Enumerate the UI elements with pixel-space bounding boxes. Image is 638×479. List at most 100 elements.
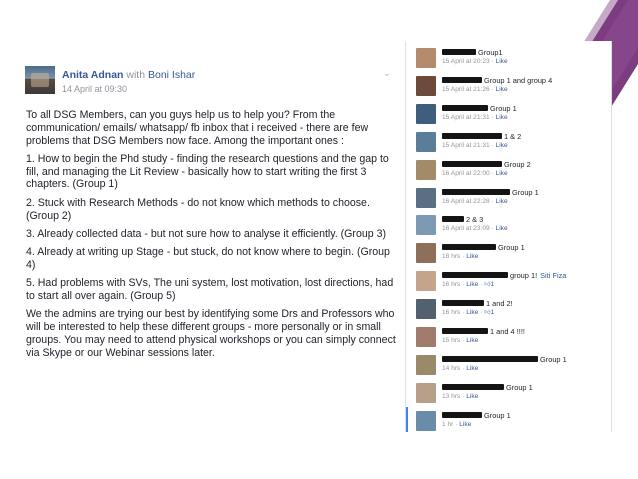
comment-text-line: 1 & 2	[442, 132, 521, 141]
redacted-commenter-name	[442, 189, 510, 195]
like-link[interactable]: Like	[459, 421, 471, 428]
comment-item: Group 1 14 hrs · Like	[406, 353, 611, 381]
comment-time[interactable]: 16 hrs	[442, 309, 460, 316]
comment-text: 1 and 4 !!!!	[490, 327, 525, 336]
commenter-avatar[interactable]	[416, 76, 436, 96]
comment-meta: 16 April at 22:00 · Like	[442, 170, 508, 178]
post-header: Anita Adnan with Boni Ishar 14 April at …	[17, 62, 401, 98]
author-avatar[interactable]	[25, 66, 55, 94]
redacted-commenter-name	[442, 161, 502, 167]
redacted-commenter-name	[442, 133, 502, 139]
comment-time[interactable]: 15 April at 21:31	[442, 114, 490, 121]
commenter-avatar[interactable]	[416, 48, 436, 68]
comment-time[interactable]: 15 April at 21:26	[442, 86, 490, 93]
commenter-avatar[interactable]	[416, 104, 436, 124]
tagged-user-link[interactable]: Boni Ishar	[148, 69, 195, 81]
comment-list: Group1 15 April at 20:23 · Like Group 1 an…	[405, 41, 612, 432]
commenter-avatar[interactable]	[416, 327, 436, 347]
commenter-avatar[interactable]	[416, 160, 436, 180]
comment-time[interactable]: 15 April at 21:31	[442, 142, 490, 149]
commenter-avatar[interactable]	[416, 243, 436, 263]
commenter-avatar[interactable]	[416, 188, 436, 208]
commenter-avatar[interactable]	[416, 271, 436, 291]
comment-time[interactable]: 1 hr	[442, 421, 453, 428]
comment-meta: 15 hrs · Like	[442, 337, 478, 345]
redacted-commenter-name	[442, 105, 488, 111]
comment-meta: 15 April at 21:31 · Like	[442, 114, 508, 122]
comment-text-line: Group 1 and group 4	[442, 76, 552, 85]
commenter-avatar[interactable]	[416, 132, 436, 152]
comment-time[interactable]: 16 hrs	[442, 281, 460, 288]
like-link[interactable]: Like	[466, 253, 478, 260]
comment-time[interactable]: 16 April at 22:00	[442, 170, 490, 177]
comment-text: Group 2	[504, 160, 531, 169]
comment-text: Group 1	[498, 243, 525, 252]
comment-time[interactable]: 15 April at 20:23	[442, 58, 490, 65]
like-link[interactable]: Like	[466, 309, 478, 316]
post-paragraph: 4. Already at writing up Stage - but stu…	[26, 246, 390, 271]
commenter-avatar[interactable]	[416, 355, 436, 375]
comment-item: 1 & 2 15 April at 21:31 · Like	[406, 130, 611, 158]
like-link[interactable]: Like	[496, 114, 508, 121]
like-count[interactable]: 1	[490, 281, 494, 288]
comment-item: Group 2 16 April at 22:00 · Like	[406, 158, 611, 186]
comment-time[interactable]: 16 April at 23:09	[442, 225, 490, 232]
like-count[interactable]: 1	[490, 309, 494, 316]
author-name-link[interactable]: Anita Adnan	[62, 69, 123, 81]
comment-time[interactable]: 13 hrs	[442, 393, 460, 400]
comment-text: 2 & 3	[466, 215, 484, 224]
commenter-avatar[interactable]	[416, 299, 436, 319]
like-link[interactable]: Like	[466, 281, 478, 288]
comment-time[interactable]: 15 hrs	[442, 337, 460, 344]
like-link[interactable]: Like	[496, 86, 508, 93]
comment-text-line: 2 & 3	[442, 215, 483, 224]
comment-text-line: Group 1	[442, 383, 533, 392]
redacted-commenter-name	[442, 244, 496, 250]
like-link[interactable]: Like	[466, 365, 478, 372]
comment-meta: 16 hrs · Like · 👍︎1	[442, 281, 494, 289]
comment-meta: 16 April at 22:28 · Like	[442, 198, 508, 206]
comment-time[interactable]: 16 April at 22:28	[442, 198, 490, 205]
comment-meta: 15 April at 20:23 · Like	[442, 58, 508, 66]
like-link[interactable]: Like	[496, 170, 508, 177]
comment-item: 1 and 2! 16 hrs · Like · 👍︎1	[406, 297, 611, 325]
like-link[interactable]: Like	[496, 142, 508, 149]
commenter-avatar[interactable]	[416, 215, 436, 235]
comment-item: 1 and 4 !!!! 15 hrs · Like	[406, 325, 611, 353]
redacted-commenter-name	[442, 300, 484, 306]
comment-meta: 15 April at 21:26 · Like	[442, 86, 508, 94]
comment-item: Group 1 15 April at 21:31 · Like	[406, 102, 611, 130]
comment-text-line: Group 2	[442, 160, 531, 169]
like-link[interactable]: Like	[496, 225, 508, 232]
comment-text-line: Group 1	[442, 411, 511, 420]
post-timestamp[interactable]: 14 April at 09:30	[62, 84, 127, 94]
redacted-commenter-name	[442, 272, 508, 278]
chevron-down-icon[interactable]: ⌄	[383, 68, 391, 79]
redacted-commenter-name	[442, 356, 538, 362]
redacted-commenter-name	[442, 77, 482, 83]
post-paragraph: 5. Had problems with SVs, The uni system…	[26, 277, 394, 303]
comment-item: Group 1 1 hr · Like	[406, 407, 611, 432]
like-link[interactable]: Like	[466, 393, 478, 400]
comment-text: Group 1 and group 4	[484, 76, 553, 85]
tagged-user-link[interactable]: Siti Fiza	[540, 271, 566, 280]
comment-text-line: Group 1	[442, 355, 567, 364]
comment-text: Group 1	[484, 411, 511, 420]
like-link[interactable]: Like	[496, 58, 508, 65]
with-connector: with	[126, 69, 146, 81]
comment-text: 1 and 2!	[486, 299, 513, 308]
comment-time[interactable]: 18 hrs	[442, 253, 460, 260]
comment-text: Group 1	[512, 188, 539, 197]
commenter-avatar[interactable]	[416, 383, 436, 403]
author-line: Anita Adnan with Boni Ishar	[62, 69, 195, 81]
comment-item: Group 1 18 hrs · Like	[406, 241, 611, 269]
comment-text: Group1	[478, 48, 503, 57]
comment-time[interactable]: 14 hrs	[442, 365, 460, 372]
redacted-commenter-name	[442, 384, 504, 390]
comment-text-line: Group 1	[442, 243, 525, 252]
comment-item: group 1! Siti Fiza 16 hrs · Like · 👍︎1	[406, 269, 611, 297]
commenter-avatar[interactable]	[416, 411, 436, 431]
post-paragraph: To all DSG Members, can you guys help us…	[26, 109, 369, 147]
like-link[interactable]: Like	[496, 198, 508, 205]
like-link[interactable]: Like	[466, 337, 478, 344]
